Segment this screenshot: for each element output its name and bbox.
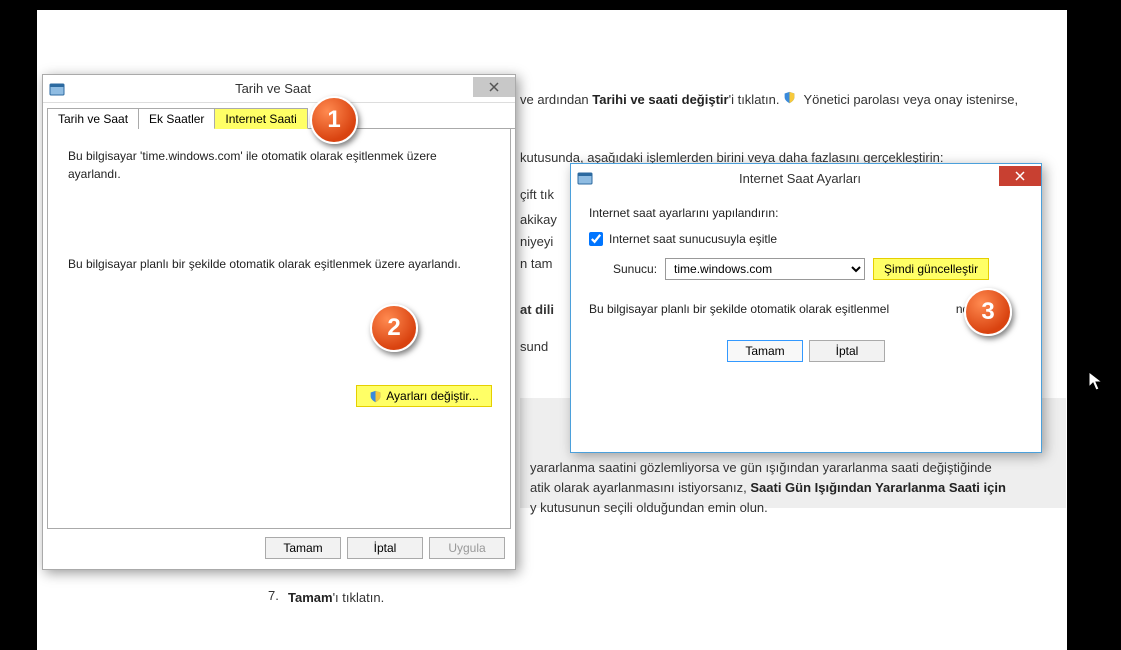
article-frag: çift tık [520, 185, 554, 206]
apply-button[interactable]: Uygula [429, 537, 505, 559]
status-text: Bu bilgisayar planlı bir şekilde otomati… [589, 302, 1023, 316]
dialog-title: Tarih ve Saat [71, 81, 475, 96]
annotation-bubble-2: 2 [370, 304, 418, 352]
change-settings-button[interactable]: Ayarları değiştir... [356, 385, 492, 407]
server-row: Sunucu: time.windows.com Şimdi güncelleş… [613, 258, 1023, 280]
dialog-title: Internet Saat Ayarları [599, 171, 1001, 186]
annotation-bubble-1: 1 [310, 96, 358, 144]
date-time-dialog: Tarih ve Saat Tarih ve Saat Ek Saatler I… [42, 74, 516, 570]
article-frag: at dili [520, 300, 554, 321]
article-line: ve ardından Tarihi ve saati değiştir'i t… [520, 90, 1018, 111]
tab-additional-clocks[interactable]: Ek Saatler [138, 108, 215, 129]
sync-checkbox-row[interactable]: Internet saat sunucusuyla eşitle [589, 232, 1023, 246]
annotation-bubble-3: 3 [964, 288, 1012, 336]
list-item: Tamam'ı tıklatın. [288, 588, 384, 609]
cancel-button[interactable]: İptal [809, 340, 885, 362]
article-frag: n tam [520, 254, 553, 275]
note-line: y kutusunun seçili olduğundan emin olun. [530, 498, 768, 519]
ok-button[interactable]: Tamam [727, 340, 803, 362]
sync-checkbox[interactable] [589, 232, 603, 246]
change-settings-label: Ayarları değiştir... [386, 389, 478, 403]
tab-internet-time[interactable]: Internet Saati [214, 108, 307, 129]
tab-date-time[interactable]: Tarih ve Saat [47, 108, 139, 129]
clock-icon [577, 170, 593, 186]
article-frag: sund [520, 337, 548, 358]
note-line: yararlanma saatini gözlemliyorsa ve gün … [530, 458, 992, 479]
titlebar[interactable]: Tarih ve Saat [43, 75, 515, 103]
list-number: 7. [268, 588, 279, 603]
schedule-info: Bu bilgisayar planlı bir şekilde otomati… [68, 255, 490, 273]
server-select[interactable]: time.windows.com [665, 258, 865, 280]
update-now-button[interactable]: Şimdi güncelleştir [873, 258, 989, 280]
shield-icon [783, 90, 796, 103]
ok-button[interactable]: Tamam [265, 537, 341, 559]
server-label: Sunucu: [613, 262, 657, 276]
cancel-button[interactable]: İptal [347, 537, 423, 559]
sync-checkbox-label: Internet saat sunucusuyla eşitle [609, 232, 777, 246]
article-frag: akikay [520, 210, 557, 231]
clock-icon [49, 81, 65, 97]
cursor-icon [1088, 371, 1104, 393]
tab-panel: Bu bilgisayar 'time.windows.com' ile oto… [47, 129, 511, 529]
article-frag: niyeyi [520, 232, 553, 253]
shield-icon [369, 390, 382, 403]
close-button[interactable] [473, 77, 515, 97]
titlebar[interactable]: Internet Saat Ayarları [571, 164, 1041, 192]
tab-strip: Tarih ve Saat Ek Saatler Internet Saati [47, 107, 515, 129]
close-button[interactable] [999, 166, 1041, 186]
settings-heading: Internet saat ayarlarını yapılandırın: [589, 206, 1023, 220]
note-line: atik olarak ayarlanmasını istiyorsanız, … [530, 478, 1006, 499]
sync-info: Bu bilgisayar 'time.windows.com' ile oto… [68, 147, 490, 183]
dialog-buttons: Tamam İptal [571, 330, 1041, 372]
dialog-buttons: Tamam İptal Uygula [43, 529, 515, 567]
